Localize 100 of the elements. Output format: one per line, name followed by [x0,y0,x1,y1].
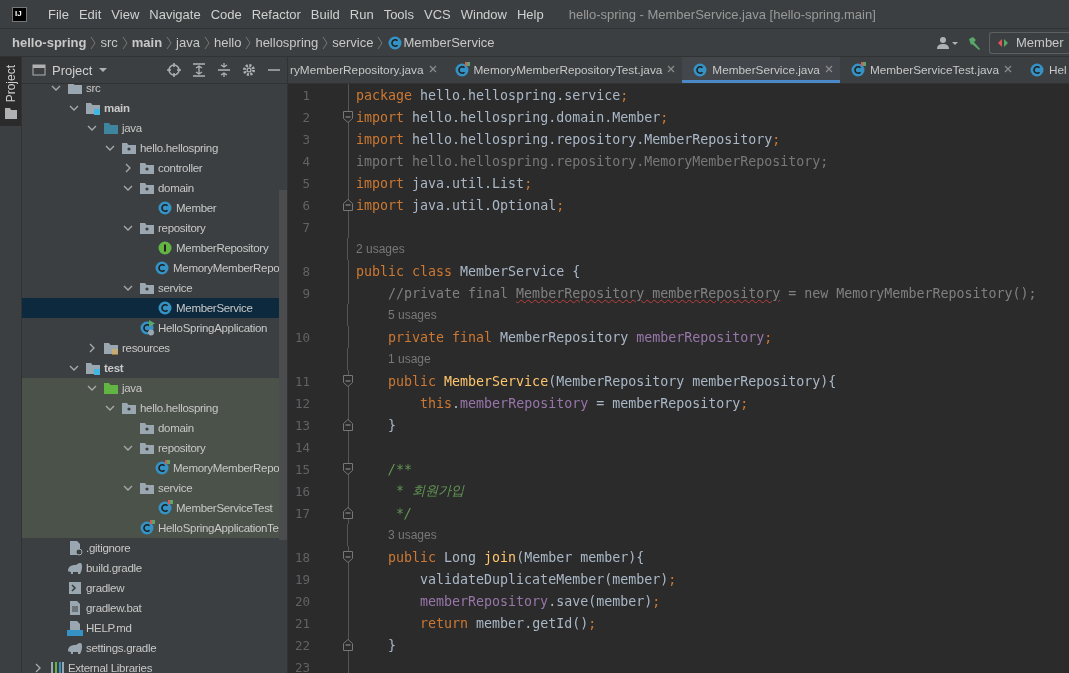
tree-item[interactable]: hello.hellospring [22,398,279,418]
chevron-down-icon[interactable] [51,84,61,93]
menu-item[interactable]: Help [511,6,549,22]
tree-item[interactable]: main [22,98,279,118]
tree-item[interactable]: repository [22,438,279,458]
chevron-right-icon[interactable] [33,663,43,673]
chevron-down-icon[interactable] [123,223,133,233]
tree-item[interactable]: controller [22,158,279,178]
tree-item[interactable]: HelloSpringApplication [22,318,279,338]
chevron-right-icon [322,35,329,50]
project-view-icon[interactable] [32,63,46,77]
code-line: } [387,637,397,653]
tree-item[interactable]: External Libraries [22,658,279,673]
line-number: 10 [293,329,310,345]
chevron-down-icon[interactable] [87,383,97,393]
editor-tab[interactable]: MemberServiceTest.java [839,57,1020,83]
editor-tab[interactable]: MemoryMemberRepositoryTest.java [443,57,683,83]
tree-item[interactable]: java [22,378,279,398]
tree-item[interactable]: MemberRepository [22,238,279,258]
breadcrumb-item[interactable]: main [131,35,163,50]
breadcrumb-item[interactable]: src [100,35,118,50]
folder-icon [4,106,17,121]
tree-item[interactable]: gradlew [22,578,279,598]
tree-item[interactable]: domain [22,178,279,198]
menu-item[interactable]: Code [205,6,247,22]
crosshair-icon[interactable] [167,63,181,77]
chevron-down-icon[interactable] [123,443,133,453]
menu-item[interactable]: File [43,6,74,22]
menu-item[interactable]: Tools [378,6,419,22]
chevron-right-icon[interactable] [87,343,97,353]
user-icon[interactable] [937,35,959,50]
hammer-icon[interactable] [967,35,981,50]
tree-item[interactable]: HELP.md [22,618,279,638]
tree-item[interactable]: .gitignore [22,538,279,558]
fold-icon[interactable] [343,419,353,431]
chevron-down-icon[interactable] [105,143,115,153]
tree-item[interactable]: Member [22,198,279,218]
tree-item[interactable]: gradlew.bat [22,598,279,618]
chevron-down-icon[interactable] [123,283,133,293]
fold-icon[interactable] [343,463,353,475]
tree-item[interactable]: MemberServiceTest [22,498,279,518]
tree-item[interactable]: service [22,478,279,498]
chevron-right-icon[interactable] [123,163,133,173]
library-icon [49,660,65,673]
panel-title[interactable]: Project [52,62,93,78]
breadcrumb-item[interactable]: java [176,35,200,50]
tree-item[interactable]: build.gradle [22,558,279,578]
settings-icon[interactable] [242,63,256,77]
chevron-down-icon[interactable] [69,363,79,373]
tree-item[interactable]: test [22,358,279,378]
line-number: 1 [301,87,310,103]
tree-item[interactable]: java [22,118,279,138]
menu-item[interactable]: Build [305,6,345,22]
fold-icon[interactable] [343,111,353,123]
editor-tab[interactable]: MemberService.java [682,57,840,83]
tree-item[interactable]: HelloSpringApplicationTe [22,518,279,538]
chevron-down-icon[interactable] [123,483,133,493]
fold-icon[interactable] [343,199,353,211]
breadcrumb-item[interactable]: MemberService [403,35,495,50]
fold-icon[interactable] [343,551,353,563]
chevron-down-icon[interactable] [69,103,79,113]
chevron-down-icon[interactable] [87,123,97,133]
menu-item[interactable]: Run [344,6,379,22]
fold-icon[interactable] [343,639,353,651]
menu-item[interactable]: Refactor [246,6,306,22]
fold-icon[interactable] [343,507,353,519]
expand-all-icon[interactable] [192,63,206,77]
menu-item[interactable]: Navigate [144,6,206,22]
tree-item[interactable]: domain [22,418,279,438]
fold-icon[interactable] [343,375,353,387]
line-number: 18 [293,549,310,565]
scrollbar-thumb[interactable] [279,190,287,540]
code-line: import java.util.Optional; [356,197,565,213]
tree-item[interactable]: repository [22,218,279,238]
collapse-all-icon[interactable] [217,63,231,77]
breadcrumb-item[interactable]: hello [213,35,242,50]
chevron-down-icon[interactable] [123,183,133,193]
tree-item[interactable]: settings.gradle [22,638,279,658]
line-number: 12 [293,395,310,411]
editor-tab[interactable]: ryMemberRepository.java [288,57,444,83]
tree-item[interactable]: MemberService [22,298,279,318]
tree-item[interactable]: src [22,84,279,98]
menu-item[interactable]: View [106,6,145,22]
chevron-down-icon[interactable] [105,403,115,413]
tree-item[interactable]: MemoryMemberRepo [22,258,279,278]
menu-item[interactable]: Edit [73,6,107,22]
package-icon [139,280,155,296]
project-tool-tab[interactable]: Project [0,57,21,127]
tree-item[interactable]: resources [22,338,279,358]
menu-item[interactable]: Window [455,6,512,22]
breadcrumb-item[interactable]: hello-spring [12,35,87,50]
run-configuration[interactable]: Member [989,31,1069,54]
tree-item[interactable]: MemoryMemberRepo [22,458,279,478]
menu-item[interactable]: VCS [419,6,456,22]
editor-tab[interactable]: Hel [1019,57,1069,83]
breadcrumb-item[interactable]: service [332,35,374,50]
tree-item[interactable]: service [22,278,279,298]
elephant-icon [67,640,83,656]
breadcrumb-item[interactable]: hellospring [255,35,319,50]
tree-item[interactable]: hello.hellospring [22,138,279,158]
